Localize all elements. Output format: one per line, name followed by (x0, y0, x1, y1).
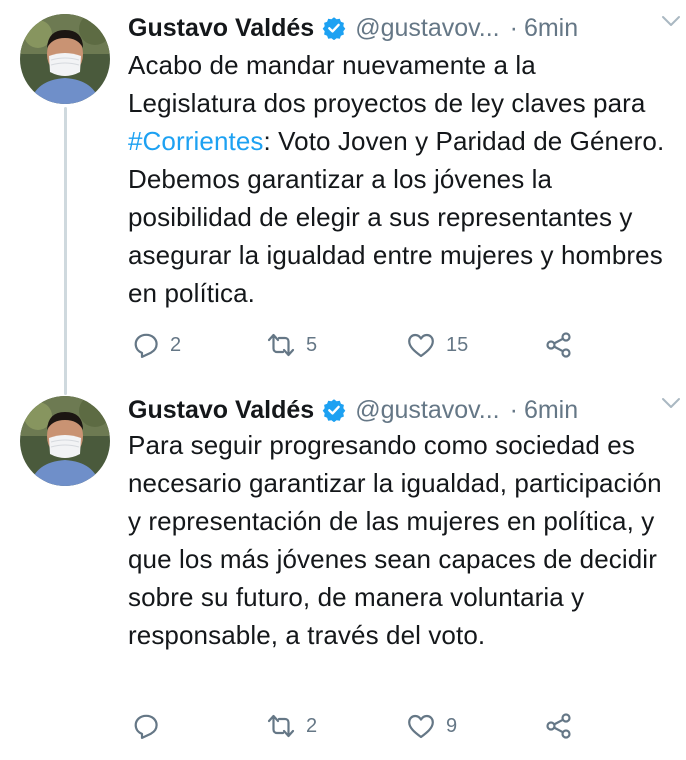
like-button[interactable]: 9 (406, 706, 457, 746)
tweet-actions: 2 9 (128, 706, 588, 746)
verified-badge-icon (322, 398, 346, 422)
tweet-header: Gustavo Valdés @gustavov... · 6min (128, 390, 666, 430)
heart-icon (408, 333, 434, 358)
like-count: 15 (446, 333, 469, 356)
chevron-down-icon[interactable] (660, 392, 682, 414)
author-handle[interactable]: @gustavov... (355, 14, 499, 43)
share-icon (546, 713, 571, 739)
like-count: 9 (446, 714, 458, 737)
tweet-text: Para seguir progresando como sociedad es… (128, 430, 662, 650)
hashtag-link[interactable]: #Corrientes (128, 126, 264, 156)
retweet-icon (267, 333, 295, 357)
chevron-down-icon[interactable] (660, 10, 682, 32)
author-name[interactable]: Gustavo Valdés (128, 396, 314, 425)
share-icon (546, 332, 571, 358)
retweet-icon (267, 714, 295, 738)
timestamp[interactable]: 6min (524, 14, 578, 43)
reply-button[interactable] (132, 706, 170, 746)
reply-count: 2 (170, 333, 182, 356)
timestamp[interactable]: 6min (524, 396, 578, 425)
tweet-text-part: Acabo de mandar nuevamente a la Legislat… (128, 50, 646, 118)
tweet-text: Acabo de mandar nuevamente a la Legislat… (128, 46, 668, 312)
retweet-count: 2 (306, 714, 318, 737)
share-button[interactable] (544, 325, 574, 365)
share-button[interactable] (544, 706, 574, 746)
retweet-button[interactable]: 5 (266, 325, 317, 365)
retweet-count: 5 (306, 333, 318, 356)
heart-icon (408, 714, 434, 739)
separator-dot: · (509, 13, 518, 42)
tweet-header: Gustavo Valdés @gustavov... · 6min (128, 8, 666, 48)
tweet[interactable]: Gustavo Valdés @gustavov... · 6min Acabo… (0, 0, 686, 380)
author-handle[interactable]: @gustavov... (355, 396, 499, 425)
reply-icon (134, 714, 158, 739)
separator-dot: · (509, 395, 518, 424)
verified-badge-icon (322, 16, 346, 40)
like-button[interactable]: 15 (406, 325, 468, 365)
retweet-button[interactable]: 2 (266, 706, 317, 746)
author-name[interactable]: Gustavo Valdés (128, 14, 314, 43)
reply-button[interactable]: 2 (132, 325, 181, 365)
tweet[interactable]: Gustavo Valdés @gustavov... · 6min Para … (0, 382, 686, 760)
avatar[interactable] (20, 14, 110, 104)
reply-icon (134, 333, 158, 358)
avatar[interactable] (20, 396, 110, 486)
tweet-actions: 2 5 15 (128, 325, 588, 365)
